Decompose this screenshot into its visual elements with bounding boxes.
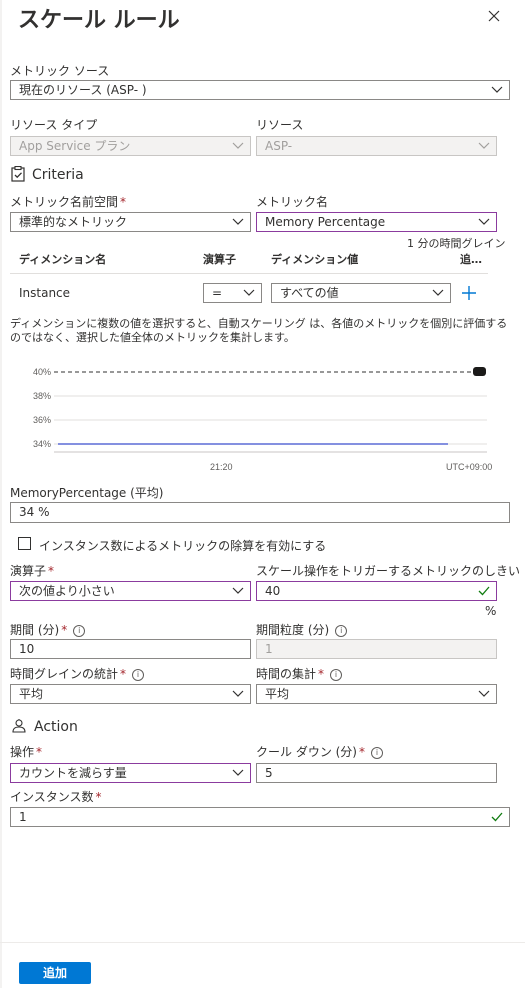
add-column-header: 追…	[460, 253, 482, 266]
chevron-down-icon	[232, 690, 244, 697]
metric-namespace-dropdown[interactable]: 標準的なメトリック	[10, 212, 251, 232]
time-aggregation-dropdown[interactable]: 平均	[256, 684, 497, 704]
resource-type-dropdown: App Service プラン	[10, 136, 251, 156]
add-dimension-icon[interactable]	[461, 285, 477, 304]
footer-divider	[0, 942, 525, 943]
instance-count-label: インスタンス数 *	[10, 790, 102, 804]
threshold-input[interactable]: 40	[256, 581, 497, 601]
time-grain-label: 期間粒度 (分) i	[256, 621, 348, 638]
divide-by-instance-checkbox[interactable]	[18, 537, 31, 550]
dimension-value-header: ディメンション値	[271, 253, 359, 266]
resource-dropdown: ASP-	[256, 136, 497, 156]
time-grain-stat-label: 時間グレインの統計 * i	[10, 665, 145, 682]
metric-namespace-label: メトリック名前空間 *	[10, 195, 127, 209]
resource-value: ASP-	[265, 139, 293, 153]
robot-icon	[11, 718, 27, 737]
operation-label: 操作 *	[10, 745, 43, 759]
chart-svg: 40% 38% 36% 34% 21:20 UTC+09:00	[33, 367, 492, 472]
metric-namespace-value: 標準的なメトリック	[19, 215, 128, 229]
operator-select[interactable]: =	[203, 283, 262, 303]
threshold-value: 40	[265, 584, 281, 598]
operator-dropdown[interactable]: 次の値より小さい	[10, 581, 251, 601]
operator-label: 演算子 *	[10, 564, 55, 578]
dimension-note: ディメンションに複数の値を選択すると、自動スケーリング は、各値のメトリックを個…	[10, 317, 508, 344]
metric-chart: 40% 38% 36% 34% 21:20 UTC+09:00	[0, 360, 525, 480]
chevron-down-icon	[478, 142, 490, 149]
operation-value: カウントを減らす量	[19, 766, 127, 780]
metric-name-dropdown[interactable]: Memory Percentage	[256, 212, 497, 232]
time-aggregation-label: 時間の集計 * i	[256, 665, 343, 682]
metric-name-label: メトリック名	[256, 195, 329, 209]
duration-label: 期間 (分) * i	[10, 621, 86, 638]
time-aggregation-value: 平均	[265, 687, 290, 701]
checkmark-icon	[478, 586, 490, 596]
chevron-down-icon	[478, 218, 490, 225]
metric-summary-field: 34 %	[10, 502, 510, 523]
checkmark-icon	[491, 812, 503, 822]
chevron-down-icon	[232, 142, 244, 149]
metric-summary-value: 34 %	[19, 505, 50, 519]
chevron-down-icon	[232, 769, 244, 776]
cooldown-value: 5	[265, 766, 273, 780]
operator-value: 次の値より小さい	[19, 584, 115, 598]
action-heading: Action	[34, 719, 78, 735]
cooldown-label: クール ダウン (分) * i	[256, 743, 383, 760]
dimension-name-cell: Instance	[19, 286, 71, 300]
time-grain-stat-value: 平均	[19, 687, 44, 701]
panel-left-border	[0, 0, 2, 988]
metric-source-label: メトリック ソース	[10, 64, 110, 78]
info-icon[interactable]: i	[371, 746, 383, 759]
dimension-value-select[interactable]: すべての値	[271, 283, 451, 303]
instance-count-input[interactable]: 1	[10, 807, 510, 827]
info-icon[interactable]: i	[132, 668, 145, 681]
resource-type-value: App Service プラン	[19, 139, 131, 153]
operator-header: 演算子	[203, 253, 236, 266]
metric-name-value: Memory Percentage	[265, 215, 386, 229]
time-grain-input: 1	[256, 639, 497, 659]
time-grain-note: 1 分の時間グレイン	[407, 237, 506, 250]
add-button[interactable]: 追加	[19, 962, 91, 984]
resource-label: リソース	[256, 118, 304, 132]
time-grain-value: 1	[265, 642, 273, 656]
chevron-down-icon	[232, 587, 244, 594]
threshold-unit: %	[485, 604, 497, 618]
time-grain-stat-dropdown[interactable]: 平均	[10, 684, 251, 704]
y-tick-label: 38%	[33, 391, 51, 401]
timezone-label: UTC+09:00	[446, 462, 492, 472]
y-tick-label: 36%	[33, 415, 51, 425]
close-icon[interactable]	[484, 6, 504, 26]
metric-source-value: 現在のリソース (ASP- )	[19, 83, 147, 97]
criteria-heading: Criteria	[32, 167, 84, 183]
chevron-down-icon	[232, 218, 244, 225]
instance-count-value: 1	[19, 810, 27, 824]
dimension-value-select-value: すべての値	[280, 286, 339, 300]
duration-value: 10	[19, 642, 35, 656]
duration-input[interactable]: 10	[10, 639, 251, 659]
operator-select-value: =	[212, 286, 223, 300]
metric-source-dropdown[interactable]: 現在のリソース (ASP- )	[10, 80, 510, 100]
threshold-marker	[473, 367, 486, 376]
divide-by-instance-label: インスタンス数によるメトリックの除算を有効にする	[39, 539, 327, 553]
info-icon[interactable]: i	[335, 624, 348, 637]
info-icon[interactable]: i	[73, 624, 86, 637]
cooldown-input[interactable]: 5	[256, 763, 497, 783]
dimension-name-header: ディメンション名	[19, 253, 107, 266]
clipboard-check-icon	[11, 165, 25, 185]
chevron-down-icon	[243, 289, 255, 296]
y-tick-label: 40%	[33, 367, 51, 377]
y-tick-label: 34%	[33, 439, 51, 449]
chevron-down-icon	[491, 86, 503, 93]
operation-dropdown[interactable]: カウントを減らす量	[10, 763, 251, 783]
info-icon[interactable]: i	[330, 668, 343, 681]
metric-summary-label: MemoryPercentage (平均)	[10, 486, 164, 500]
chevron-down-icon	[478, 690, 490, 697]
table-divider	[10, 273, 488, 274]
resource-type-label: リソース タイプ	[10, 118, 98, 132]
chevron-down-icon	[432, 289, 444, 296]
page-title: スケール ルール	[18, 8, 180, 33]
x-tick-label: 21:20	[210, 462, 233, 472]
